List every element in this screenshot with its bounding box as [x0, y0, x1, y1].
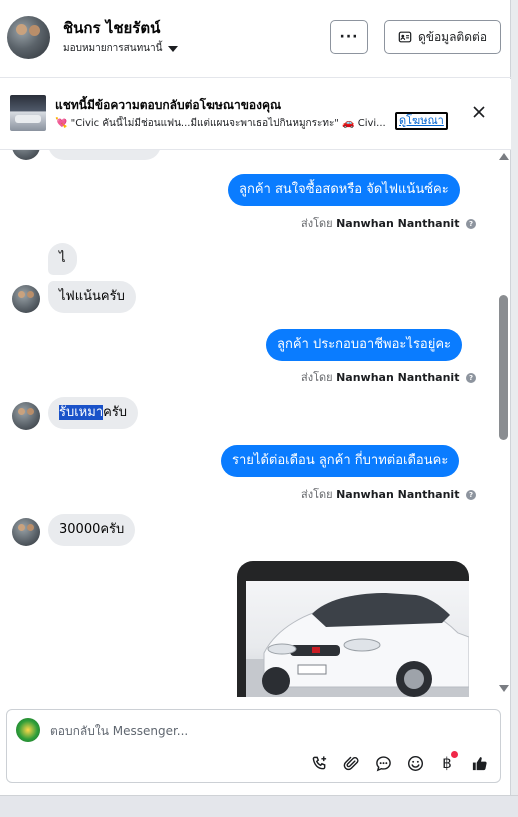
incoming-message[interactable]: ไ	[48, 243, 77, 275]
car-illustration	[246, 593, 469, 697]
view-contact-info-button[interactable]: ดูข้อมูลติดต่อ	[384, 20, 501, 54]
page-avatar	[16, 718, 40, 742]
outgoing-message[interactable]: ลูกค้า ประกอบอาชีพอะไรอยู่คะ	[266, 329, 463, 361]
contact-avatar-small	[12, 402, 40, 430]
incoming-message[interactable]: ไฟแน้นครับ	[48, 281, 136, 313]
conversation-header: ชินกร ไชยรัตน์ มอบหมายการสนทนานี้ ··· ดู…	[0, 0, 511, 78]
chat-bubble-icon	[375, 755, 391, 771]
composer-toolbar: ฿	[307, 751, 491, 775]
assign-conversation-dropdown[interactable]: มอบหมายการสนทนานี้	[63, 41, 179, 56]
like-button[interactable]	[467, 751, 491, 775]
assign-label: มอบหมายการสนทนานี้	[63, 43, 163, 54]
emoji-button[interactable]	[403, 751, 427, 775]
sent-by-label: ส่งโดย Nanwhan Nanthanit ?	[301, 214, 476, 232]
call-button[interactable]	[307, 751, 331, 775]
image-attachment[interactable]	[237, 561, 469, 697]
ad-thumbnail[interactable]	[10, 95, 46, 131]
contact-avatar-small	[12, 285, 40, 313]
message-composer: ฿	[6, 709, 501, 783]
sent-by-prefix: ส่งโดย	[301, 217, 333, 230]
view-ad-link[interactable]: ดูโฆษณา	[395, 112, 448, 130]
scroll-thumb[interactable]	[499, 295, 508, 440]
car-photo	[246, 581, 469, 697]
saved-replies-button[interactable]	[371, 751, 395, 775]
info-icon[interactable]: ?	[465, 219, 476, 229]
message-text: ครับ	[103, 405, 128, 420]
ad-snippet: 💘 "Civic คันนี้ไม่มีช่อนแฟน...มีแต่แผนจะ…	[55, 118, 386, 129]
sent-by-agent: Nanwhan Nanthanit	[336, 371, 460, 384]
sent-by-label: ส่งโดย Nanwhan Nanthanit ?	[301, 485, 476, 503]
sent-by-agent: Nanwhan Nanthanit	[336, 488, 460, 501]
payment-button[interactable]: ฿	[435, 751, 459, 775]
thumbs-up-icon	[472, 756, 487, 770]
attach-button[interactable]	[339, 751, 363, 775]
ad-reply-banner: แชทนี้มีข้อความตอบกลับต่อโฆษณาของคุณ 💘 "…	[0, 79, 511, 150]
reply-input[interactable]	[50, 721, 450, 741]
outgoing-message[interactable]: รายได้ต่อเดือน ลูกค้า กี่บาทต่อเดือนคะ	[221, 445, 460, 477]
more-options-button[interactable]: ···	[330, 20, 368, 54]
info-icon[interactable]: ?	[465, 373, 476, 383]
outgoing-message[interactable]: ลูกค้า สนใจซื้อสดหรือ จัดไฟแน้นซ์คะ	[228, 174, 460, 206]
sent-by-prefix: ส่งโดย	[301, 371, 333, 384]
smiley-icon	[407, 755, 423, 771]
info-icon[interactable]: ?	[465, 490, 476, 500]
notification-dot	[451, 751, 458, 758]
close-banner-button[interactable]	[468, 101, 490, 123]
sent-by-agent: Nanwhan Nanthanit	[336, 217, 460, 230]
baht-icon: ฿	[442, 754, 452, 772]
scroll-down-arrow-icon[interactable]	[499, 685, 509, 692]
contact-card-icon	[398, 31, 412, 43]
thread-scrollbar[interactable]	[496, 150, 511, 697]
incoming-message[interactable]: 30000ครับ	[48, 514, 136, 546]
selected-text: รับเหมา	[59, 405, 104, 420]
contact-avatar[interactable]	[7, 16, 50, 59]
incoming-message[interactable]: รับเหมาครับ	[48, 397, 139, 429]
chevron-down-icon	[168, 45, 179, 52]
message-thread: ลูกค้า สนใจซื้อสดหรือ จัดไฟแน้นซ์คะ ส่งโ…	[0, 150, 496, 697]
window-bottom-edge	[0, 795, 518, 817]
incoming-message[interactable]	[48, 150, 161, 160]
phone-plus-icon	[312, 755, 326, 769]
close-icon	[473, 106, 485, 118]
scroll-up-arrow-icon[interactable]	[499, 153, 509, 160]
ad-banner-title: แชทนี้มีข้อความตอบกลับต่อโฆษณาของคุณ	[55, 98, 282, 112]
contact-name[interactable]: ชินกร ไชยรัตน์	[63, 16, 160, 40]
contact-avatar-small	[12, 150, 40, 160]
paperclip-icon	[343, 756, 358, 770]
sent-by-label: ส่งโดย Nanwhan Nanthanit ?	[301, 368, 476, 386]
view-contact-info-label: ดูข้อมูลติดต่อ	[417, 29, 488, 44]
conversation-panel: ชินกร ไชยรัตน์ มอบหมายการสนทนานี้ ··· ดู…	[0, 0, 511, 795]
sent-by-prefix: ส่งโดย	[301, 488, 333, 501]
contact-avatar-small	[12, 518, 40, 546]
